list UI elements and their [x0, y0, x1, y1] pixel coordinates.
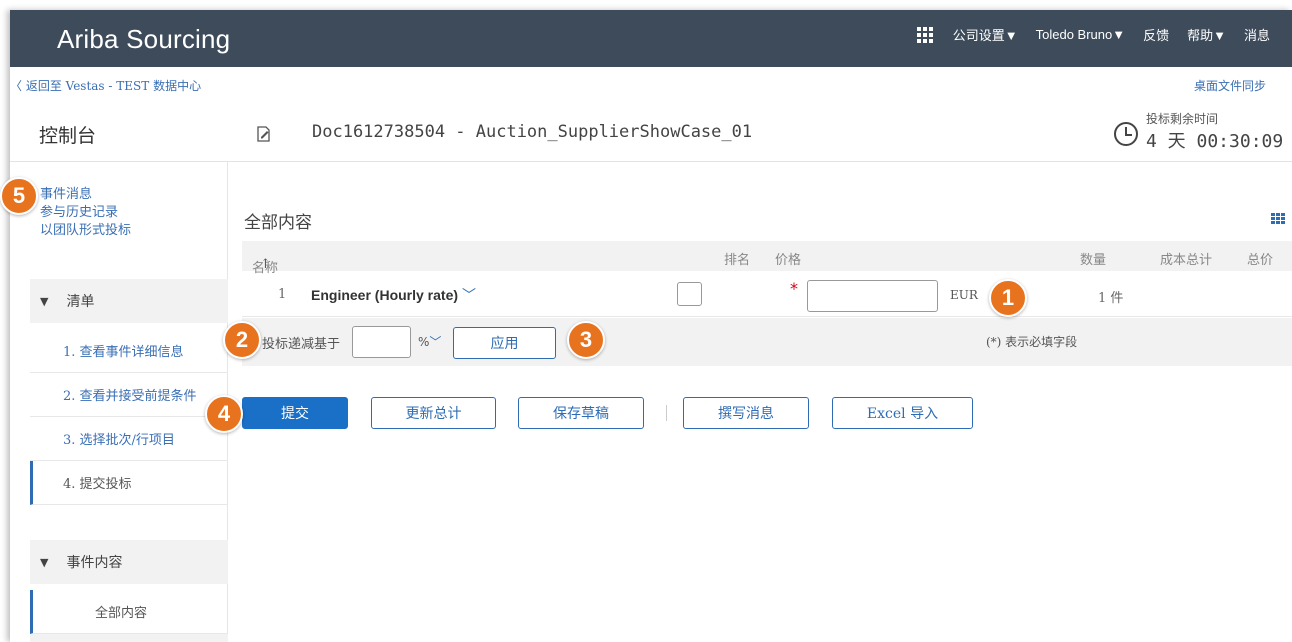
decrement-row: 投标递减基于 %﹀ 应用 (*) 表示必填字段: [242, 318, 1292, 366]
save-draft-button[interactable]: 保存草稿: [518, 397, 644, 429]
decrement-input[interactable]: [352, 326, 411, 358]
team-bidding-link[interactable]: 以团队形式投标: [40, 222, 131, 240]
console-title: 控制台: [39, 125, 97, 147]
app-window: Ariba Sourcing 公司设置▼ Toledo Bruno▼ 反馈 帮助…: [10, 10, 1292, 642]
sort-arrow-icon: ↑: [260, 257, 271, 272]
annotation-badge-5: 5: [0, 177, 38, 215]
step-accept-prerequisites[interactable]: 2. 查看并接受前提条件: [30, 373, 228, 417]
collapse-triangle-icon: ▼: [40, 555, 49, 569]
table-header: 名称 ↑ 排名 价格 数量 成本总计 总价: [242, 241, 1292, 276]
decrement-unit-select[interactable]: %﹀: [418, 333, 441, 350]
user-menu[interactable]: Toledo Bruno▼: [1036, 27, 1125, 42]
chevron-down-icon: ﹀: [462, 287, 477, 303]
rank-checkbox[interactable]: [677, 282, 702, 306]
step-select-lots[interactable]: 3. 选择批次/行项目: [30, 417, 228, 461]
help-menu[interactable]: 帮助▼: [1187, 25, 1226, 44]
desktop-sync-link[interactable]: 桌面文件同步: [1194, 77, 1266, 94]
col-price: 价格: [775, 253, 802, 268]
step-view-event-details[interactable]: 1. 查看事件详细信息: [30, 329, 228, 373]
sidebar-section-edge: [30, 634, 228, 642]
row-number: 1: [278, 287, 287, 302]
currency-label: EUR: [950, 288, 978, 302]
participation-history-link[interactable]: 参与历史记录: [40, 204, 131, 222]
col-total-cost: 成本总计: [1160, 253, 1213, 268]
annotation-badge-4: 4: [205, 395, 243, 433]
compose-message-button[interactable]: 撰写消息: [683, 397, 809, 429]
timer-value: 4 天 00:30:09: [1146, 131, 1284, 152]
sidebar: 事件消息 参与历史记录 以团队形式投标 ▼ 清单 1. 查看事件详细信息 2. …: [30, 162, 228, 642]
page-title: 全部内容: [244, 213, 312, 233]
apply-button[interactable]: 应用: [453, 327, 556, 359]
top-nav: 公司设置▼ Toledo Bruno▼ 反馈 帮助▼ 消息: [881, 25, 1270, 44]
checklist-label: 清单: [66, 294, 95, 310]
messages-link[interactable]: 消息: [1244, 25, 1270, 44]
table-options-icon[interactable]: [1271, 213, 1285, 224]
event-content-label: 事件内容: [66, 555, 123, 571]
col-quantity: 数量: [1080, 253, 1107, 268]
chevron-down-icon: ﹀: [429, 335, 442, 349]
bid-time-remaining: 投标剩余时间 4 天 00:30:09: [1112, 110, 1292, 160]
annotation-badge-2: 2: [223, 321, 261, 359]
annotation-badge-1: 1: [989, 279, 1027, 317]
company-settings-menu[interactable]: 公司设置▼: [953, 25, 1018, 44]
price-input[interactable]: [807, 280, 938, 312]
col-rank: 排名: [724, 253, 751, 268]
line-item-name[interactable]: Engineer (Hourly rate) ﹀: [311, 285, 476, 305]
excel-import-button[interactable]: Excel 导入: [832, 397, 973, 429]
timer-label: 投标剩余时间: [1146, 112, 1219, 126]
feedback-link[interactable]: 反馈: [1143, 25, 1169, 44]
button-divider: [666, 405, 667, 421]
sidebar-item-all-content[interactable]: 全部内容: [30, 590, 228, 634]
decrement-label: 投标递减基于: [262, 337, 341, 352]
annotation-badge-3: 3: [567, 321, 605, 359]
event-messages-link[interactable]: 事件消息: [40, 186, 131, 204]
checklist-section[interactable]: ▼ 清单: [30, 279, 228, 323]
step-submit-bid[interactable]: 4. 提交投标: [30, 461, 228, 505]
col-total-price: 总价: [1247, 253, 1274, 268]
update-totals-button[interactable]: 更新总计: [371, 397, 496, 429]
submit-button[interactable]: 提交: [242, 397, 348, 429]
document-edit-icon: [257, 126, 270, 142]
event-content-section[interactable]: ▼ 事件内容: [30, 540, 228, 584]
apps-grid-icon[interactable]: [899, 26, 935, 43]
sidebar-links: 事件消息 参与历史记录 以团队形式投标: [40, 186, 131, 240]
required-asterisk: *: [790, 279, 798, 298]
required-field-note: (*) 表示必填字段: [986, 335, 1078, 349]
quantity-value: 1 件: [1098, 291, 1124, 306]
back-to-datacenter-link[interactable]: 〈 返回至 Vestas - TEST 数据中心: [10, 77, 201, 94]
document-title: Doc1612738504 - Auction_SupplierShowCase…: [312, 122, 753, 142]
top-bar: Ariba Sourcing 公司设置▼ Toledo Bruno▼ 反馈 帮助…: [10, 10, 1292, 67]
brand-logo: Ariba Sourcing: [57, 24, 231, 54]
clock-icon: [1114, 122, 1138, 146]
collapse-triangle-icon: ▼: [40, 294, 49, 308]
table-row: 1 Engineer (Hourly rate) ﹀ * EUR 1 件: [242, 271, 1292, 317]
